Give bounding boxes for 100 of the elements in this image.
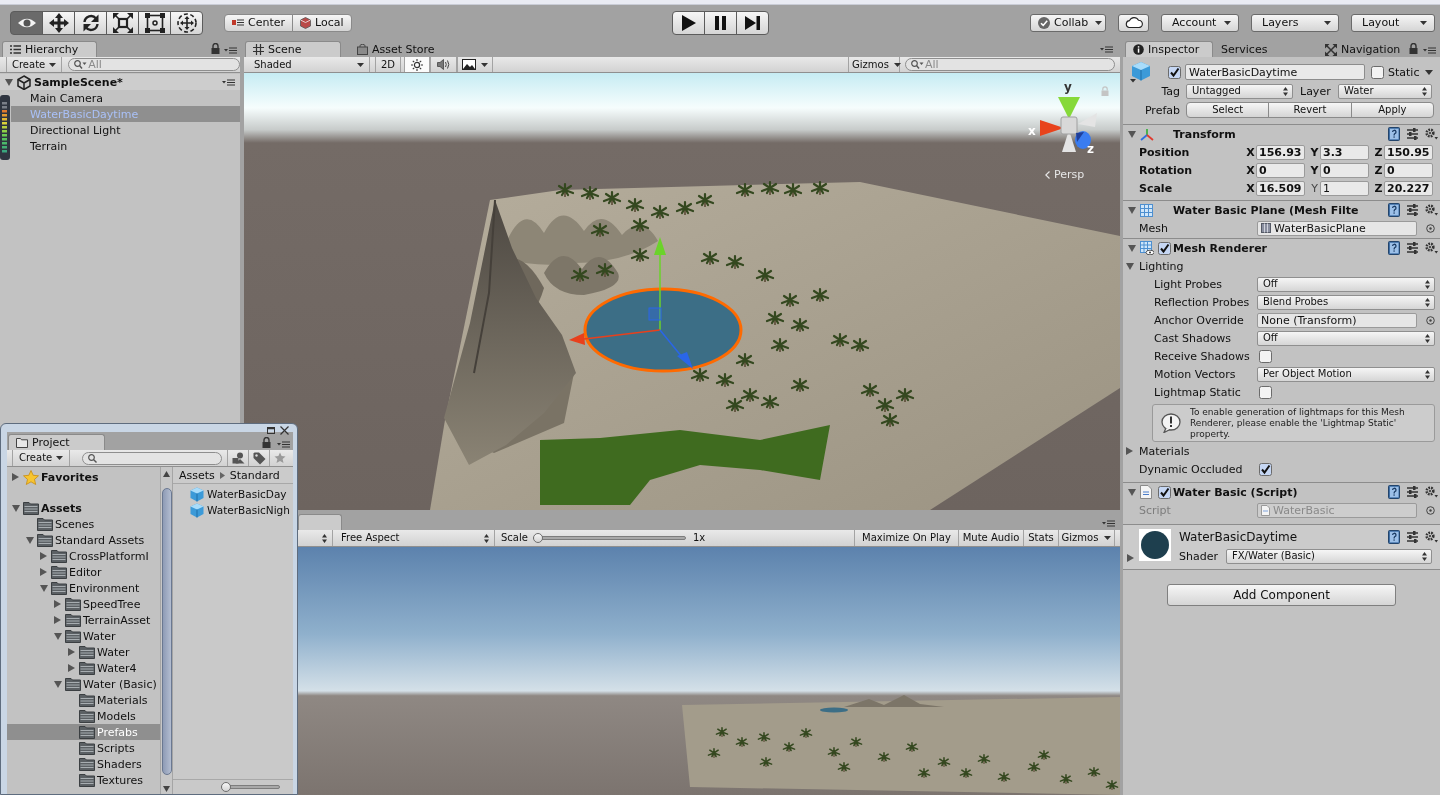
lock-icon[interactable] <box>262 437 271 448</box>
tool-button[interactable] <box>42 10 75 35</box>
folder-item[interactable]: TerrainAsset <box>7 612 160 628</box>
number-field[interactable]: 156.93 <box>1256 144 1305 160</box>
asset-item[interactable]: WaterBasicNigh <box>173 502 293 518</box>
axis-label[interactable]: Z <box>1373 146 1384 158</box>
number-field[interactable]: 0 <box>1256 162 1305 178</box>
menu-icon[interactable] <box>277 441 290 448</box>
terrain-drawing[interactable] <box>430 180 1120 510</box>
dropdown-button[interactable]: Gizmos <box>1058 530 1115 546</box>
foldout-label[interactable]: Materials <box>1139 445 1190 457</box>
down-triangle-icon[interactable] <box>54 680 62 688</box>
axis-label[interactable]: Y <box>1309 146 1320 158</box>
checkbox-label[interactable]: Static <box>1388 66 1420 78</box>
toggle-button[interactable] <box>404 57 430 72</box>
tab[interactable]: Asset Store <box>349 41 444 57</box>
breadcrumb-link[interactable]: Assets <box>179 469 215 481</box>
folder-item[interactable]: Scenes <box>7 516 160 532</box>
slider-thumb[interactable] <box>221 782 231 792</box>
right-triangle-icon[interactable] <box>68 664 75 672</box>
step-button[interactable] <box>735 10 769 35</box>
menu-icon[interactable] <box>222 78 235 86</box>
folder-item[interactable]: Standard Assets <box>7 532 160 548</box>
prefab-button[interactable]: Select <box>1186 102 1270 118</box>
down-triangle-icon[interactable] <box>1128 206 1136 214</box>
tab[interactable]: Project <box>8 434 105 450</box>
folder-item[interactable]: Shaders <box>7 756 160 772</box>
target-icon[interactable] <box>1426 315 1435 325</box>
right-triangle-icon[interactable] <box>1126 447 1133 455</box>
menu-icon[interactable] <box>224 47 237 54</box>
folder-item[interactable]: Water4 <box>7 660 160 676</box>
down-triangle-icon[interactable] <box>54 632 62 640</box>
component-title[interactable]: Water Basic (Script) <box>1173 486 1298 498</box>
right-triangle-icon[interactable] <box>1127 554 1134 562</box>
toggle-button[interactable]: Stats <box>1023 530 1058 546</box>
help-book-icon[interactable] <box>1388 485 1400 499</box>
up-arrow-icon[interactable] <box>163 471 170 477</box>
add-component-button[interactable]: Add Component <box>1167 584 1396 606</box>
folder-item[interactable]: Water <box>7 644 160 660</box>
toggle-button[interactable]: Maximize On Play <box>854 530 958 546</box>
folder-item[interactable]: Water <box>7 628 160 644</box>
tool-button[interactable] <box>10 10 43 35</box>
toggle-button[interactable]: Mute Audio <box>958 530 1023 546</box>
asset-item[interactable]: WaterBasicDay <box>173 486 293 502</box>
sliders-icon[interactable] <box>1407 531 1418 543</box>
breadcrumb-link[interactable]: Standard <box>229 469 280 481</box>
shader-dropdown[interactable]: FX/Water (Basic) <box>1225 548 1432 564</box>
scale-slider[interactable] <box>532 533 686 543</box>
axis-label[interactable]: X <box>1245 146 1256 158</box>
dropdown-button[interactable]: Layers <box>1251 13 1339 32</box>
create-button[interactable]: Create <box>12 450 71 466</box>
right-triangle-icon[interactable] <box>40 568 47 576</box>
checkbox[interactable] <box>1168 65 1181 79</box>
checkbox[interactable] <box>1158 241 1171 255</box>
help-book-icon[interactable] <box>1388 530 1400 544</box>
number-field[interactable]: 150.95 <box>1384 144 1433 160</box>
sliders-icon[interactable] <box>1407 204 1418 216</box>
dropdown-button[interactable]: Account <box>1161 13 1239 32</box>
gear-icon[interactable] <box>1425 486 1438 498</box>
component-title[interactable]: Mesh Renderer <box>1173 242 1268 254</box>
down-triangle-icon[interactable] <box>1128 488 1136 496</box>
component-title[interactable]: Water Basic Plane (Mesh Filte <box>1173 204 1359 216</box>
prefab-button[interactable]: Revert <box>1268 102 1352 118</box>
sliders-icon[interactable] <box>1407 128 1418 140</box>
scrollbar-track[interactable] <box>160 467 173 794</box>
toggle-button[interactable]: Center <box>224 13 294 32</box>
target-icon[interactable] <box>1426 505 1435 515</box>
down-triangle-icon[interactable] <box>1126 262 1134 270</box>
right-triangle-icon[interactable] <box>12 473 19 481</box>
toggle-button[interactable] <box>430 57 457 72</box>
favorites-item[interactable]: Favorites <box>7 469 160 485</box>
axis-label[interactable]: Z <box>1373 182 1384 194</box>
checkbox[interactable] <box>1259 385 1272 399</box>
right-triangle-icon[interactable] <box>54 616 61 624</box>
dropdown-button[interactable]: Free Aspect <box>336 530 495 546</box>
folder-item[interactable]: Scripts <box>7 740 160 756</box>
hierarchy-item[interactable]: Directional Light <box>11 122 240 138</box>
axis-label[interactable]: y <box>1064 81 1072 93</box>
lock-icon[interactable] <box>211 43 220 54</box>
folder-item[interactable]: Editor <box>7 564 160 580</box>
gear-icon[interactable] <box>1425 531 1438 543</box>
sliders-icon[interactable] <box>1407 486 1418 498</box>
right-triangle-icon[interactable] <box>54 600 61 608</box>
tab[interactable]: Hierarchy <box>2 41 97 57</box>
menu-icon[interactable] <box>1100 46 1113 53</box>
object-field[interactable]: None (Transform) <box>1257 312 1417 328</box>
dropdown-button[interactable]: Layout <box>1351 13 1435 32</box>
maximize-icon[interactable] <box>267 427 275 434</box>
right-triangle-icon[interactable] <box>68 648 75 656</box>
tab[interactable]: Inspector <box>1125 41 1213 57</box>
lock-icon[interactable] <box>1409 43 1418 54</box>
cloud-button[interactable] <box>1118 13 1149 32</box>
tool-button[interactable] <box>106 10 139 35</box>
gear-icon[interactable] <box>1425 128 1438 140</box>
number-field[interactable]: 0 <box>1384 162 1433 178</box>
layer-dropdown[interactable]: Water <box>1338 83 1432 99</box>
down-arrow-icon[interactable] <box>163 786 170 792</box>
right-triangle-icon[interactable] <box>40 552 47 560</box>
sliders-icon[interactable] <box>1407 242 1418 254</box>
axis-label[interactable]: Z <box>1373 164 1384 176</box>
